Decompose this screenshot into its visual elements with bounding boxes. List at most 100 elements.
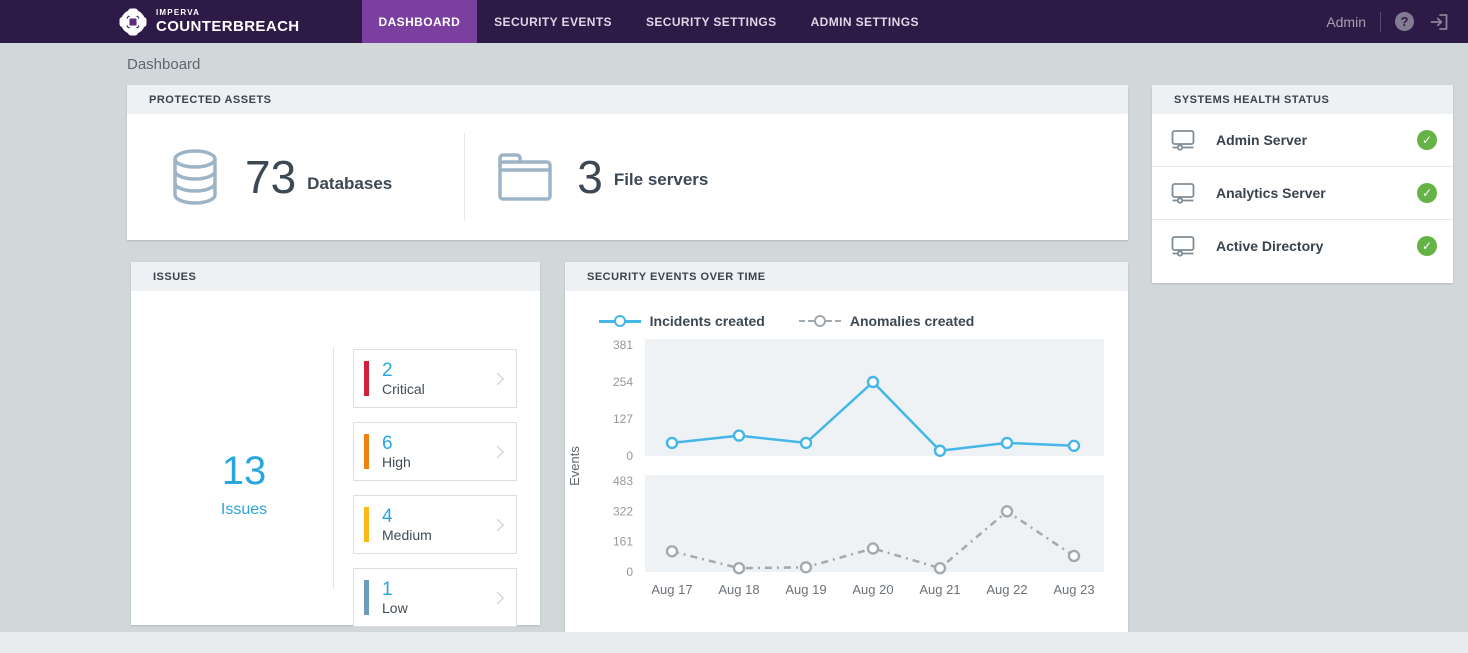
svg-text:0: 0 xyxy=(626,565,633,579)
logout-icon[interactable] xyxy=(1428,11,1450,33)
security-events-panel: SECURITY EVENTS OVER TIME Incidents crea… xyxy=(565,262,1128,633)
severity-count: 2 xyxy=(382,360,425,382)
tab-security-events[interactable]: SECURITY EVENTS xyxy=(477,0,629,43)
stats-divider xyxy=(464,133,465,221)
status-ok-icon: ✓ xyxy=(1417,236,1437,256)
databases-stat: 73 Databases xyxy=(167,146,392,208)
tab-admin-settings[interactable]: ADMIN SETTINGS xyxy=(794,0,936,43)
svg-text:483: 483 xyxy=(613,474,633,488)
issue-card-medium[interactable]: 4Medium xyxy=(353,495,517,554)
legend-marker xyxy=(799,315,841,328)
issues-total-label: Issues xyxy=(189,501,299,519)
severity-text: 6High xyxy=(382,433,411,471)
svg-text:0: 0 xyxy=(626,449,633,463)
tab-security-settings[interactable]: SECURITY SETTINGS xyxy=(629,0,794,43)
svg-text:322: 322 xyxy=(613,504,633,518)
severity-color-bar xyxy=(364,507,369,542)
systems-health-title: SYSTEMS HEALTH STATUS xyxy=(1152,85,1453,114)
file-servers-stat: 3 File servers xyxy=(495,150,708,204)
chevron-right-icon xyxy=(491,445,504,458)
y-axis-label: Events xyxy=(567,446,582,486)
svg-text:Aug 22: Aug 22 xyxy=(986,582,1027,597)
svg-text:Aug 23: Aug 23 xyxy=(1053,582,1094,597)
breadcrumb[interactable]: Dashboard xyxy=(127,43,200,85)
severity-label: High xyxy=(382,454,411,470)
legend-marker xyxy=(599,315,641,328)
health-label: Active Directory xyxy=(1216,238,1323,254)
systems-health-panel: SYSTEMS HEALTH STATUS Admin Server✓Analy… xyxy=(1152,85,1453,283)
svg-text:Aug 18: Aug 18 xyxy=(718,582,759,597)
file-servers-count: 3 xyxy=(577,150,603,204)
database-icon xyxy=(167,146,223,208)
nav-tabs: DASHBOARDSECURITY EVENTSSECURITY SETTING… xyxy=(362,0,936,43)
severity-count: 1 xyxy=(382,579,408,601)
issues-total-count: 13 xyxy=(189,449,299,493)
systems-health-list: Admin Server✓Analytics Server✓Active Dir… xyxy=(1152,114,1453,272)
databases-count: 73 xyxy=(245,150,296,204)
nav-divider xyxy=(1380,12,1381,32)
legend-anomalies-created[interactable]: Anomalies created xyxy=(799,313,975,329)
brand-imperva: IMPERVA xyxy=(156,9,300,17)
counterbreach-dashboard: IMPERVA COUNTERBREACH DASHBOARDSECURITY … xyxy=(0,0,1468,653)
security-events-title: SECURITY EVENTS OVER TIME xyxy=(565,262,1128,291)
legend-label: Anomalies created xyxy=(850,313,975,329)
status-ok-icon: ✓ xyxy=(1417,183,1437,203)
issue-severity-list: 2Critical 6High 4Medium 1Low xyxy=(353,349,517,627)
svg-text:Aug 17: Aug 17 xyxy=(651,582,692,597)
issue-card-low[interactable]: 1Low xyxy=(353,568,517,627)
svg-text:161: 161 xyxy=(613,535,633,549)
help-icon[interactable]: ? xyxy=(1395,12,1414,31)
footer-strip xyxy=(0,632,1468,653)
brand-logo[interactable]: IMPERVA COUNTERBREACH xyxy=(118,0,300,43)
user-menu[interactable]: Admin xyxy=(1326,14,1366,30)
severity-count: 6 xyxy=(382,433,411,455)
protected-assets-body: 73 Databases 3 File servers xyxy=(127,114,1128,240)
svg-text:Aug 20: Aug 20 xyxy=(852,582,893,597)
server-icon xyxy=(1170,181,1196,205)
issues-body: 13 Issues 2Critical 6High 4Medium 1Low xyxy=(131,291,540,625)
chevron-right-icon xyxy=(491,372,504,385)
health-label: Admin Server xyxy=(1216,132,1307,148)
severity-color-bar xyxy=(364,434,369,469)
severity-text: 2Critical xyxy=(382,360,425,398)
health-row-admin-server: Admin Server✓ xyxy=(1152,114,1453,167)
severity-text: 1Low xyxy=(382,579,408,617)
severity-color-bar xyxy=(364,361,369,396)
severity-text: 4Medium xyxy=(382,506,432,544)
tab-dashboard[interactable]: DASHBOARD xyxy=(362,0,478,43)
issues-divider xyxy=(333,347,334,589)
svg-text:Aug 21: Aug 21 xyxy=(919,582,960,597)
protected-assets-title: PROTECTED ASSETS xyxy=(127,85,1128,114)
severity-label: Medium xyxy=(382,527,432,543)
severity-label: Low xyxy=(382,600,408,616)
protected-assets-panel: PROTECTED ASSETS 73 Databases xyxy=(127,85,1128,240)
health-label: Analytics Server xyxy=(1216,185,1326,201)
imperva-logo-icon xyxy=(118,7,148,37)
server-icon xyxy=(1170,128,1196,152)
brand-text: IMPERVA COUNTERBREACH xyxy=(156,9,300,34)
health-row-analytics-server: Analytics Server ✓ xyxy=(1152,167,1453,220)
brand-counterbreach: COUNTERBREACH xyxy=(156,19,300,34)
issue-card-high[interactable]: 6High xyxy=(353,422,517,481)
severity-count: 4 xyxy=(382,506,432,528)
chevron-right-icon xyxy=(491,518,504,531)
folder-icon xyxy=(495,150,555,204)
issues-total: 13 Issues xyxy=(189,449,299,519)
events-chart: 38125412704833221610Aug 17Aug 18Aug 19Au… xyxy=(567,333,1115,605)
health-row-active-directory: Active Directory ✓ xyxy=(1152,220,1453,272)
severity-label: Critical xyxy=(382,381,425,397)
legend-label: Incidents created xyxy=(650,313,765,329)
file-servers-label: File servers xyxy=(614,170,709,190)
svg-text:Aug 19: Aug 19 xyxy=(785,582,826,597)
top-navbar: IMPERVA COUNTERBREACH DASHBOARDSECURITY … xyxy=(0,0,1468,43)
issues-panel: ISSUES 13 Issues 2Critical6High4Medium1L… xyxy=(131,262,540,625)
svg-text:254: 254 xyxy=(613,375,633,389)
nav-right: Admin ? xyxy=(1326,0,1450,43)
server-icon xyxy=(1170,234,1196,258)
severity-color-bar xyxy=(364,580,369,615)
databases-label: Databases xyxy=(307,174,392,194)
legend-incidents-created[interactable]: Incidents created xyxy=(599,313,765,329)
issue-card-critical[interactable]: 2Critical xyxy=(353,349,517,408)
svg-text:381: 381 xyxy=(613,338,633,352)
chart-legend: Incidents created Anomalies created xyxy=(565,313,1008,329)
